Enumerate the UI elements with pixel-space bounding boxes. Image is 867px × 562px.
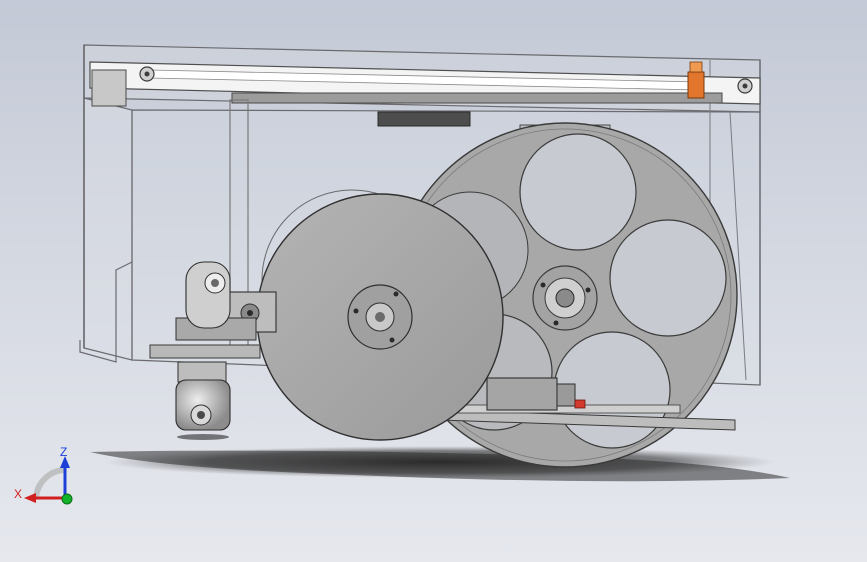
x-axis-label: X xyxy=(14,487,22,501)
z-axis-label: Z xyxy=(60,445,67,459)
view-orientation-triad: Z X xyxy=(14,445,73,505)
ground-shadow xyxy=(90,446,790,482)
graphics-viewport[interactable]: Z X xyxy=(0,0,867,562)
orange-bracket[interactable] xyxy=(687,61,705,99)
y-axis-dot xyxy=(61,493,73,505)
cad-model-view[interactable]: Z X xyxy=(0,0,867,562)
